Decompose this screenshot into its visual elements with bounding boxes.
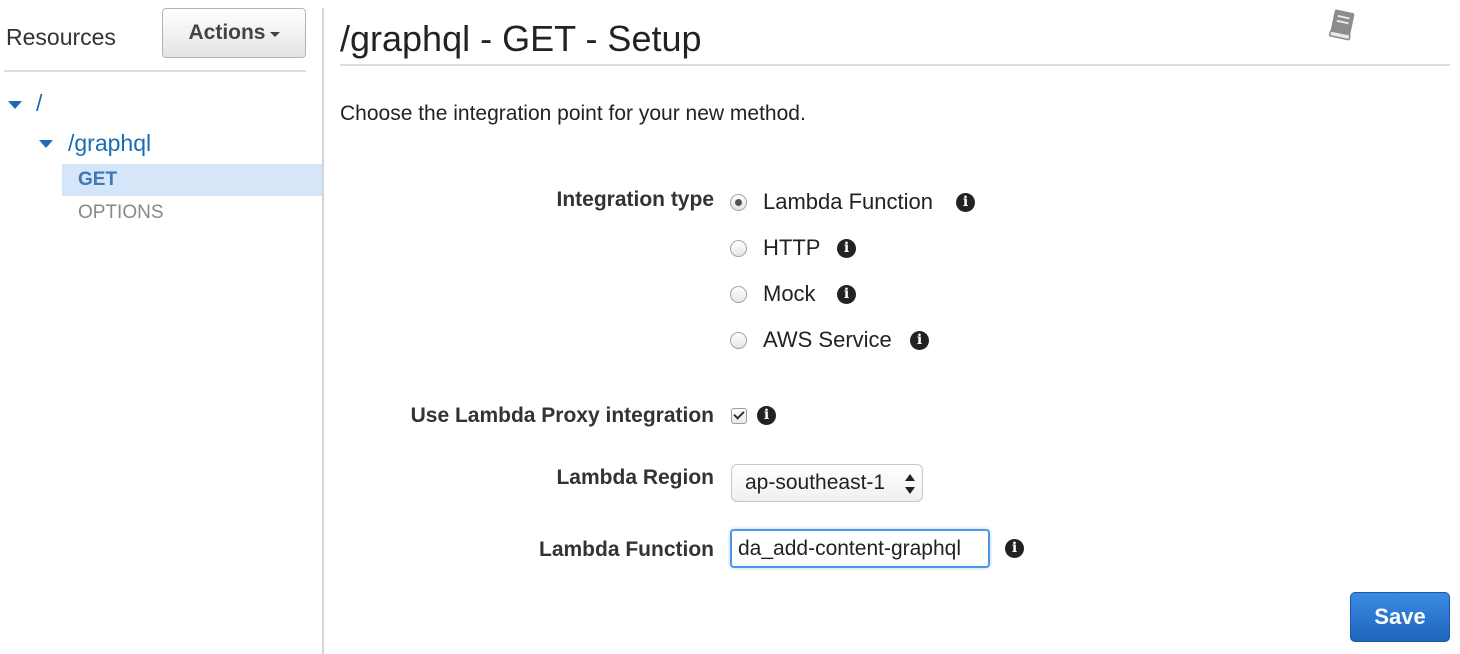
radio-lambda-function[interactable] <box>730 194 747 211</box>
info-icon[interactable]: i <box>910 331 929 350</box>
lambda-region-label: Lambda Region <box>556 466 714 489</box>
radio-mock[interactable] <box>730 286 747 303</box>
info-icon[interactable]: i <box>956 193 975 212</box>
intro-text: Choose the integration point for your ne… <box>340 102 806 125</box>
save-button[interactable]: Save <box>1350 592 1450 642</box>
option-lambda-function-label[interactable]: Lambda Function <box>763 189 933 215</box>
radio-aws-service[interactable] <box>730 332 747 349</box>
option-http-label[interactable]: HTTP <box>763 235 820 261</box>
tree-item-root[interactable]: / <box>36 90 42 117</box>
actions-button-label: Actions <box>188 21 266 44</box>
proxy-integration-label: Use Lambda Proxy integration <box>410 404 714 427</box>
select-arrows-icon <box>905 474 915 494</box>
lambda-function-label: Lambda Function <box>539 538 714 561</box>
radio-http[interactable] <box>730 240 747 257</box>
info-icon[interactable]: i <box>757 406 776 425</box>
resources-title: Resources <box>6 24 116 50</box>
page-title: /graphql - GET - Setup <box>340 18 702 59</box>
option-aws-service-label[interactable]: AWS Service <box>763 327 892 353</box>
book-icon[interactable] <box>1324 8 1360 42</box>
tree-item-get[interactable]: GET <box>62 164 322 196</box>
option-mock-label[interactable]: Mock <box>763 281 816 307</box>
actions-button[interactable]: Actions <box>162 8 306 58</box>
sidebar-divider-line <box>4 70 306 72</box>
proxy-integration-checkbox[interactable] <box>731 408 747 424</box>
resources-sidebar: Resources Actions / /graphql GET OPTIONS <box>0 0 322 654</box>
info-icon[interactable]: i <box>837 285 856 304</box>
tree-item-options[interactable]: OPTIONS <box>62 197 322 229</box>
header-divider <box>340 64 1450 66</box>
tree-item-graphql[interactable]: /graphql <box>68 130 151 157</box>
caret-down-icon <box>269 32 280 37</box>
lambda-region-value: ap-southeast-1 <box>745 471 886 494</box>
expand-triangle-icon[interactable] <box>39 140 53 148</box>
lambda-function-input[interactable] <box>730 529 990 568</box>
info-icon[interactable]: i <box>1005 539 1024 558</box>
lambda-region-select[interactable]: ap-southeast-1 <box>731 464 923 502</box>
info-icon[interactable]: i <box>837 239 856 258</box>
integration-type-label: Integration type <box>556 188 714 211</box>
checkmark-icon <box>733 408 745 420</box>
panel-divider[interactable] <box>322 8 324 654</box>
expand-triangle-icon[interactable] <box>8 101 22 109</box>
